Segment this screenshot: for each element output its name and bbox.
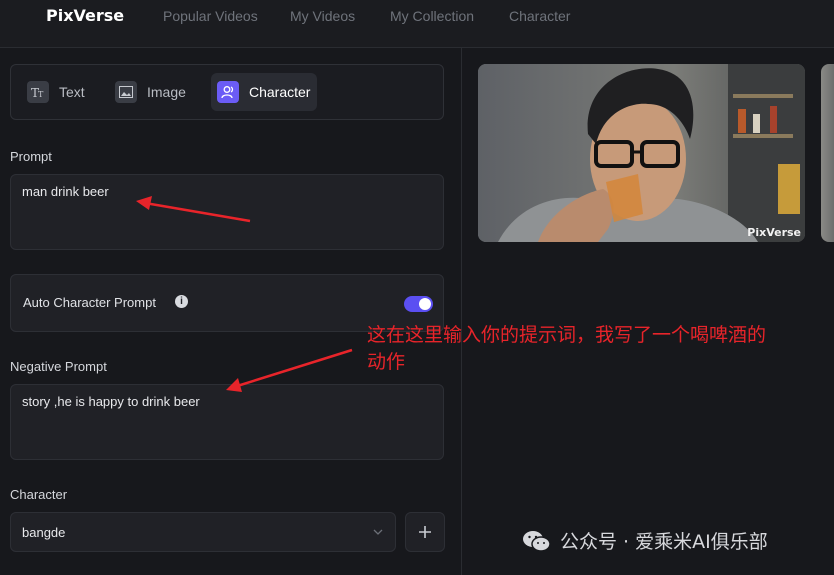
tab-character[interactable]: Character (211, 73, 317, 111)
nav-my-videos[interactable]: My Videos (290, 8, 355, 24)
add-character-button[interactable] (405, 512, 445, 552)
text-icon: TT (27, 81, 49, 103)
character-select[interactable]: bangde (10, 512, 396, 552)
watermark-text: 公众号 · 爱乘米AI俱乐部 (560, 531, 768, 553)
info-icon[interactable]: i (175, 295, 188, 308)
annotation-line-1: 这在这里输入你的提示词，我写了一个喝啤酒的 (367, 324, 767, 346)
tab-text-label: Text (59, 84, 85, 100)
tab-text[interactable]: TT Text (21, 73, 101, 111)
character-label: Character (10, 487, 68, 502)
negative-prompt-label: Negative Prompt (10, 359, 107, 374)
character-select-value: bangde (22, 525, 66, 540)
nav-popular-videos[interactable]: Popular Videos (163, 8, 258, 24)
chevron-down-icon (373, 525, 383, 539)
plus-icon (419, 526, 431, 538)
prompt-input[interactable]: man drink beer (10, 174, 444, 250)
annotation-note: 这在这里输入你的提示词，我写了一个喝啤酒的 动作 (367, 322, 817, 376)
auto-character-toggle[interactable] (404, 296, 433, 312)
tab-character-label: Character (249, 84, 311, 100)
nav-character[interactable]: Character (509, 8, 570, 24)
video-thumbnail-image (478, 64, 805, 242)
mode-selector: TT Text Image Character (10, 64, 444, 120)
video-results-panel: PixVerse (462, 48, 834, 575)
character-icon (217, 81, 239, 103)
nav-my-collection[interactable]: My Collection (390, 8, 474, 24)
image-icon (115, 81, 137, 103)
auto-character-prompt-label: Auto Character Prompt (23, 295, 156, 310)
generation-settings-panel: TT Text Image Character Prompt man drink… (0, 48, 462, 575)
app-logo[interactable]: PixVerse (46, 6, 124, 25)
wechat-watermark: 公众号 · 爱乘米AI俱乐部 (522, 527, 768, 554)
annotation-line-2: 动作 (367, 351, 406, 373)
svg-text:T: T (38, 90, 44, 99)
thumbnail-watermark: PixVerse (747, 226, 801, 239)
video-thumbnail-partial[interactable] (821, 64, 834, 242)
toggle-knob (419, 298, 431, 310)
negative-prompt-input[interactable]: story ,he is happy to drink beer (10, 384, 444, 460)
tab-image-label: Image (147, 84, 186, 100)
wechat-icon (523, 530, 551, 552)
video-thumbnail[interactable]: PixVerse (478, 64, 805, 242)
prompt-label: Prompt (10, 149, 52, 164)
tab-image[interactable]: Image (109, 73, 199, 111)
top-nav-bar: PixVerse Popular Videos My Videos My Col… (0, 0, 834, 48)
